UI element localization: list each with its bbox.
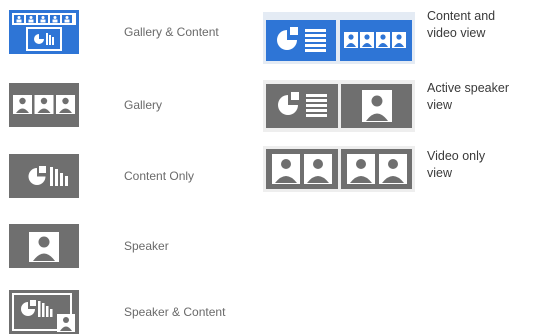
layout-option-speaker-content[interactable]: Speaker & Content: [0, 290, 262, 334]
view-option-active-speaker[interactable]: Active speaker view: [263, 80, 533, 134]
layout-option-content-only[interactable]: Content Only: [0, 154, 262, 198]
content-video-view-icon: [263, 12, 415, 64]
active-speaker-view-icon: [263, 80, 415, 132]
layout-option-gallery-content[interactable]: Gallery & Content: [0, 10, 262, 54]
view-option-content-and-video[interactable]: Content and video view: [263, 9, 533, 67]
view-option-video-only[interactable]: Video only view: [263, 146, 533, 194]
gallery-icon: [9, 83, 79, 127]
layout-label-speaker-content: Speaker & Content: [124, 305, 226, 319]
layout-label-speaker: Speaker: [124, 239, 169, 253]
video-only-view-icon: [263, 146, 415, 192]
speaker-icon: [9, 224, 79, 268]
layout-option-speaker[interactable]: Speaker: [0, 224, 262, 268]
content-only-icon: [9, 154, 79, 198]
gallery-content-icon: [9, 10, 79, 54]
layout-label-content-only: Content Only: [124, 169, 195, 183]
layout-option-gallery[interactable]: Gallery: [0, 83, 262, 127]
speaker-content-icon: [9, 290, 79, 334]
layout-label-gallery-content: Gallery & Content: [124, 25, 219, 39]
view-label-active-speaker: Active speaker view: [427, 81, 509, 112]
layout-label-gallery: Gallery: [124, 98, 163, 112]
view-label-content-and-video: Content and video view: [427, 9, 496, 40]
view-label-video-only: Video only view: [427, 149, 486, 180]
